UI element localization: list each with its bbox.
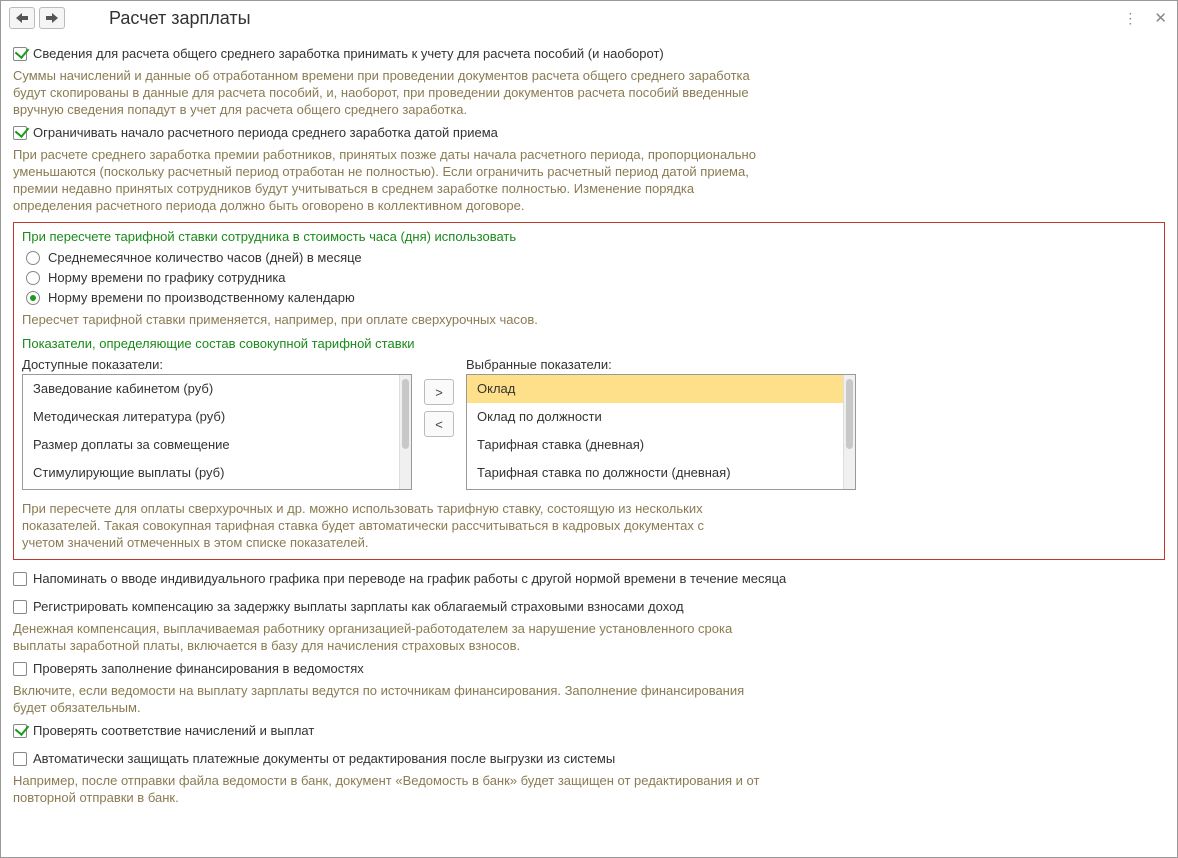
checkbox-label: Проверять соответствие начислений и выпл… bbox=[33, 722, 314, 740]
checkbox-label: Автоматически защищать платежные докумен… bbox=[33, 750, 615, 768]
header-bar: Расчет зарплаты ⋮ ✕ bbox=[1, 1, 1177, 33]
hint-text: Денежная компенсация, выплачиваемая рабо… bbox=[13, 620, 773, 654]
list-item[interactable]: Методическая литература (руб) bbox=[23, 403, 399, 431]
scrollbar[interactable] bbox=[843, 375, 855, 489]
checkbox-label: Сведения для расчета общего среднего зар… bbox=[33, 45, 664, 63]
list-item[interactable]: Тарифная ставка (дневная) bbox=[467, 431, 843, 459]
checkbox-accept-average-earnings[interactable] bbox=[13, 47, 27, 61]
selected-indicators-list[interactable]: Оклад Оклад по должности Тарифная ставка… bbox=[466, 374, 856, 490]
list-item[interactable]: Заведование кабинетом (руб) bbox=[23, 375, 399, 403]
group-title-indicators: Показатели, определяющие состав совокупн… bbox=[22, 336, 1156, 351]
list-item[interactable]: Оклад по должности bbox=[467, 403, 843, 431]
content-area: Сведения для расчета общего среднего зар… bbox=[1, 33, 1177, 824]
list-item[interactable]: Тарифная ставка по должности (дневная) bbox=[467, 459, 843, 487]
hint-text: При расчете среднего заработка премии ра… bbox=[13, 146, 773, 214]
selected-indicators-label: Выбранные показатели: bbox=[466, 357, 856, 372]
nav-back-button[interactable] bbox=[9, 7, 35, 29]
scrollbar[interactable] bbox=[399, 375, 411, 489]
highlighted-section: При пересчете тарифной ставки сотрудника… bbox=[13, 222, 1165, 560]
move-right-button[interactable]: > bbox=[424, 379, 454, 405]
radio-label: Норму времени по производственному кален… bbox=[48, 290, 355, 305]
checkbox-label: Напоминать о вводе индивидуального графи… bbox=[33, 570, 786, 588]
radio-schedule-norm[interactable] bbox=[26, 271, 40, 285]
checkbox-label: Проверять заполнение финансирования в ве… bbox=[33, 660, 364, 678]
list-item[interactable]: Оклад bbox=[467, 375, 843, 403]
close-icon[interactable]: ✕ bbox=[1154, 9, 1167, 27]
radio-label: Норму времени по графику сотрудника bbox=[48, 270, 286, 285]
move-left-button[interactable]: < bbox=[424, 411, 454, 437]
more-menu-icon[interactable]: ⋮ bbox=[1123, 10, 1138, 27]
checkbox-check-financing[interactable] bbox=[13, 662, 27, 676]
hint-text: При пересчете для оплаты сверхурочных и … bbox=[22, 500, 742, 551]
arrow-right-icon bbox=[46, 13, 58, 23]
checkbox-register-compensation[interactable] bbox=[13, 600, 27, 614]
available-indicators-label: Доступные показатели: bbox=[22, 357, 412, 372]
radio-avg-monthly-hours[interactable] bbox=[26, 251, 40, 265]
checkbox-check-accrual-payment-match[interactable] bbox=[13, 724, 27, 738]
page-title: Расчет зарплаты bbox=[109, 8, 251, 29]
checkbox-protect-payment-docs[interactable] bbox=[13, 752, 27, 766]
list-item[interactable]: Размер доплаты за совмещение bbox=[23, 431, 399, 459]
hint-text: Суммы начислений и данные об отработанно… bbox=[13, 67, 773, 118]
indicator-picker: Доступные показатели: Заведование кабине… bbox=[22, 357, 1156, 490]
radio-label: Среднемесячное количество часов (дней) в… bbox=[48, 250, 362, 265]
radio-production-calendar-norm[interactable] bbox=[26, 291, 40, 305]
checkbox-label: Регистрировать компенсацию за задержку в… bbox=[33, 598, 684, 616]
nav-forward-button[interactable] bbox=[39, 7, 65, 29]
checkbox-limit-period-start[interactable] bbox=[13, 126, 27, 140]
checkbox-remind-individual-schedule[interactable] bbox=[13, 572, 27, 586]
group-title-rate-recalc: При пересчете тарифной ставки сотрудника… bbox=[22, 229, 1156, 244]
hint-text: Пересчет тарифной ставки применяется, на… bbox=[22, 311, 782, 328]
list-item[interactable]: Стимулирующие выплаты (руб) bbox=[23, 459, 399, 487]
checkbox-label: Ограничивать начало расчетного периода с… bbox=[33, 124, 498, 142]
scroll-thumb[interactable] bbox=[402, 379, 409, 449]
scroll-thumb[interactable] bbox=[846, 379, 853, 449]
available-indicators-list[interactable]: Заведование кабинетом (руб) Методическая… bbox=[22, 374, 412, 490]
hint-text: Например, после отправки файла ведомости… bbox=[13, 772, 773, 806]
arrow-left-icon bbox=[16, 13, 28, 23]
hint-text: Включите, если ведомости на выплату зарп… bbox=[13, 682, 773, 716]
